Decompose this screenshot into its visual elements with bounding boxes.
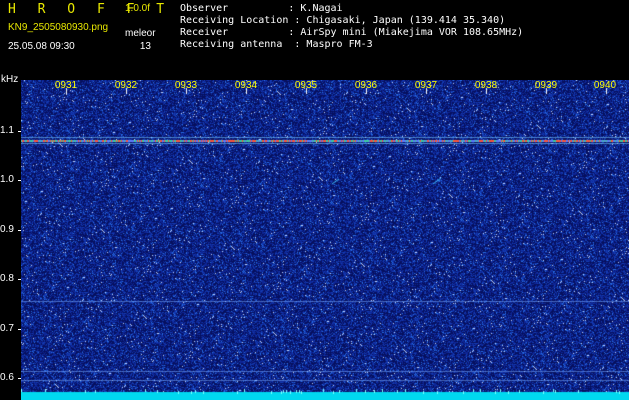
x-tick-label: 0938 [474,80,498,91]
header-panel: H R O F F T 1.0.0f KN9_2505080930.png me… [0,0,629,80]
x-tick-label: 0931 [54,80,78,91]
x-tick-label: 0935 [294,80,318,91]
meteor-label: meleor [125,28,156,39]
y-tick-label: 1.0 [0,174,14,185]
x-tick-label: 0937 [414,80,438,91]
x-tick-label: 0933 [174,80,198,91]
y-tick-label: 1.1 [0,125,14,136]
observer-line: Observer : K.Nagai [180,3,343,14]
x-tick-label: 0936 [354,80,378,91]
filename-label: KN9_2505080930.png [8,22,109,33]
x-tick-label: 0932 [114,80,138,91]
y-tick-label: 0.6 [0,372,14,383]
y-tick-label: 0.9 [0,224,14,235]
x-tick-label: 0940 [593,80,617,91]
meteor-count: 13 [139,41,151,52]
version-label: 1.0.0f [125,3,151,14]
y-axis-unit: kHz [1,74,19,85]
x-tick-label: 0934 [234,80,258,91]
y-tick-label: 0.7 [0,323,14,334]
antenna-line: Receiving antenna : Maspro FM-3 [180,39,373,50]
x-tick-label: 0939 [534,80,558,91]
spectrogram-plot [21,80,629,400]
location-line: Receiving Location : Chigasaki, Japan (1… [180,15,506,26]
receiver-line: Receiver : AirSpy mini (Miakejima VOR 10… [180,27,524,38]
y-tick-label: 0.8 [0,273,14,284]
datetime-label: 25.05.08 09:30 [8,41,75,52]
